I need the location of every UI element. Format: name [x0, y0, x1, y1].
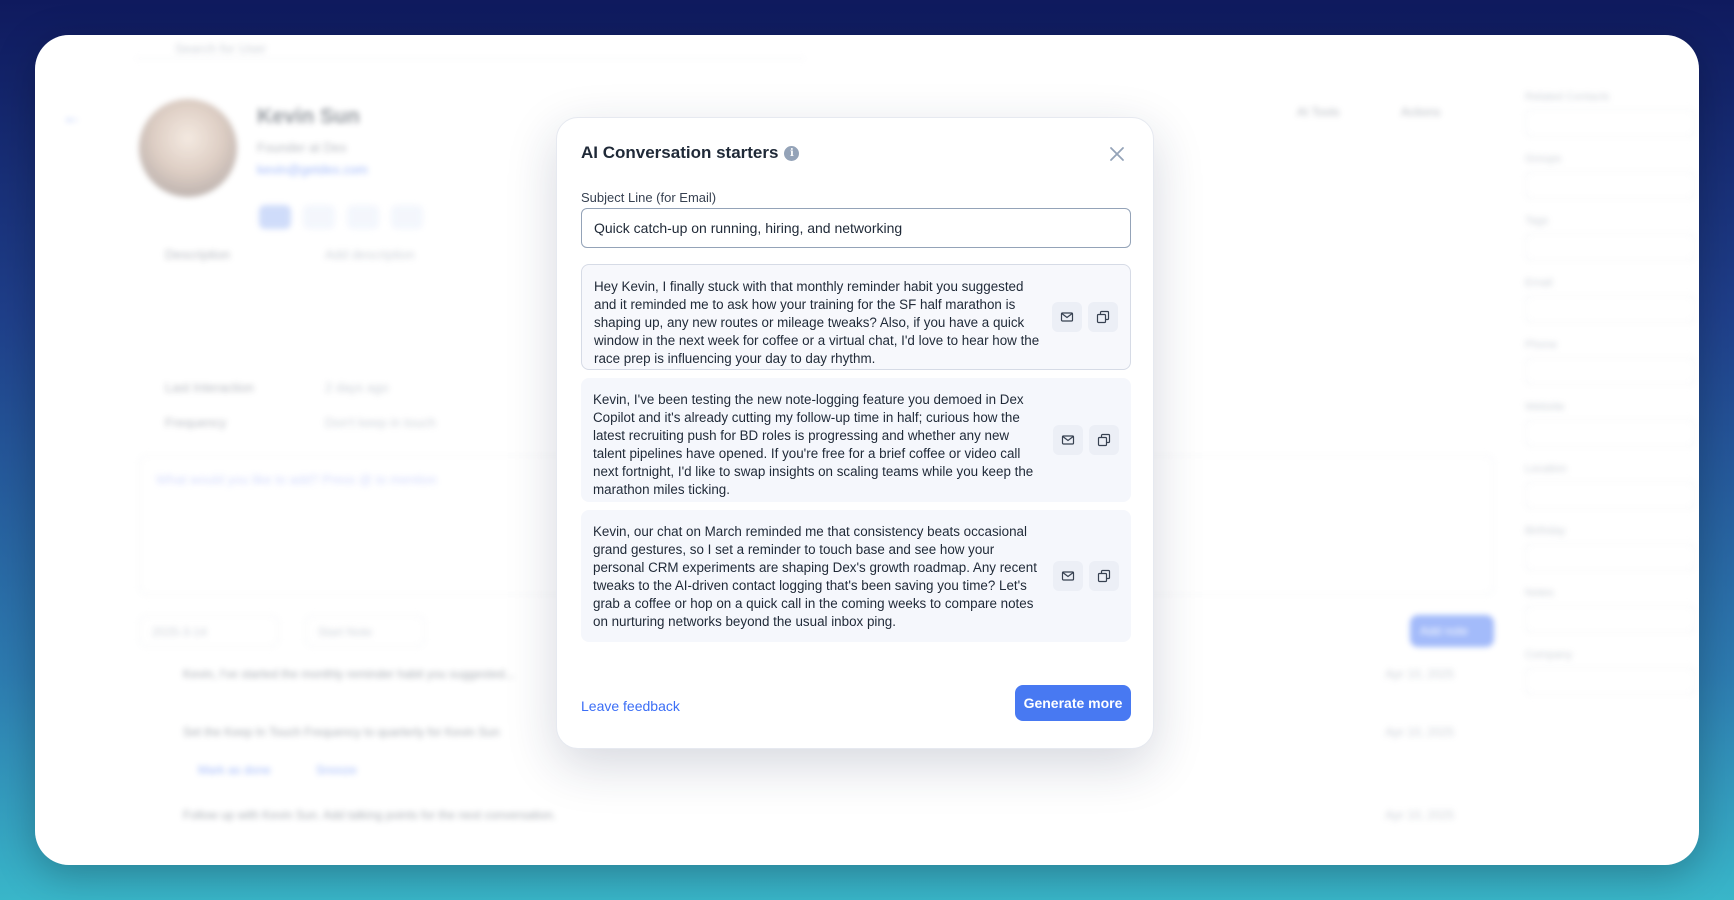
copy-icon — [1097, 433, 1111, 447]
send-email-button[interactable] — [1053, 561, 1083, 591]
mail-icon — [1061, 435, 1075, 445]
starter-text: Hey Kevin, I finally stuck with that mon… — [594, 279, 1040, 366]
starter-text: Kevin, I've been testing the new note-lo… — [593, 392, 1034, 497]
app-window: Search for User ← Kevin Sun Founder at D… — [35, 35, 1699, 865]
conversation-starter-card: Kevin, our chat on March reminded me tha… — [581, 510, 1131, 642]
copy-icon — [1097, 569, 1111, 583]
modal-title: AI Conversation starters i — [581, 143, 800, 163]
close-button[interactable] — [1106, 143, 1128, 165]
subject-line-label: Subject Line (for Email) — [581, 190, 717, 205]
starter-text: Kevin, our chat on March reminded me tha… — [593, 524, 1037, 629]
close-icon — [1110, 147, 1124, 161]
starter-actions — [1053, 425, 1119, 455]
conversation-starter-card: Hey Kevin, I finally stuck with that mon… — [581, 264, 1131, 370]
mail-icon — [1061, 571, 1075, 581]
copy-button[interactable] — [1089, 561, 1119, 591]
copy-button[interactable] — [1088, 302, 1118, 332]
send-email-button[interactable] — [1053, 425, 1083, 455]
subject-line-input[interactable] — [581, 208, 1131, 248]
generate-more-button[interactable]: Generate more — [1015, 685, 1131, 721]
leave-feedback-link[interactable]: Leave feedback — [581, 698, 680, 714]
starter-actions — [1053, 561, 1119, 591]
info-icon[interactable]: i — [784, 145, 800, 161]
copy-icon — [1096, 310, 1110, 324]
conversation-starter-card: Kevin, I've been testing the new note-lo… — [581, 378, 1131, 502]
ai-conversation-starters-modal: AI Conversation starters i Subject Line … — [556, 117, 1154, 749]
mail-icon — [1060, 312, 1074, 322]
send-email-button[interactable] — [1052, 302, 1082, 332]
copy-button[interactable] — [1089, 425, 1119, 455]
modal-title-text: AI Conversation starters — [581, 143, 779, 162]
starter-actions — [1052, 302, 1118, 332]
